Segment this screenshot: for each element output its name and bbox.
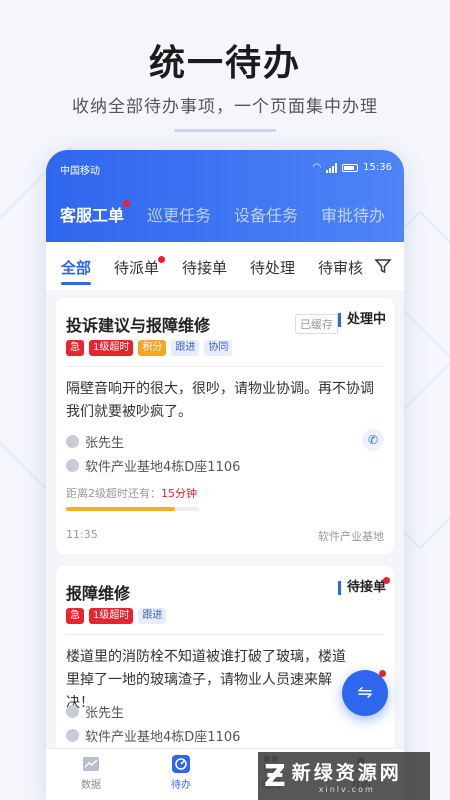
subtab-pending-dispatch[interactable]: 待派单: [114, 256, 166, 278]
location-pin-icon: [66, 459, 79, 472]
overdue-value: 15分钟: [161, 487, 197, 500]
status-filter-tabs: 全部 待派单 待接单 待处理 待审核: [46, 242, 404, 290]
todo-icon: [172, 755, 190, 773]
tab-equipment[interactable]: 设备任务: [234, 202, 298, 226]
hero-underline: [174, 129, 276, 132]
watermark-text: 新绿资源网: [291, 762, 402, 784]
tag-list: 急 1级超时 跟进: [66, 608, 167, 624]
task-card[interactable]: 投诉建议与报障维修 已缓存 处理中 急 1级超时 积分 跟进 协同 隔壁音响开的…: [56, 298, 394, 554]
follow-tag: 跟进: [138, 608, 167, 624]
subtab-pending-review[interactable]: 待审核: [318, 257, 368, 278]
phone-call-icon[interactable]: ✆: [362, 429, 384, 451]
card-title: 投诉建议与报障维修: [66, 316, 211, 335]
person-icon: [66, 435, 79, 448]
watermark-icon: Ƶ: [264, 758, 286, 794]
tag-list: 急 1级超时 积分 跟进 协同: [66, 340, 233, 356]
subtab-label: 待派单: [114, 259, 160, 277]
badge-dot: [379, 670, 386, 677]
app-header: 中国移动 ◠ 15:36 客服工单 巡更任务 设备任务 审批待办: [46, 150, 404, 242]
divider: [66, 634, 384, 635]
contact-row: 张先生: [66, 432, 124, 451]
wifi-icon: ◠: [312, 162, 322, 173]
address-text: 软件产业基地4栋D座1106: [85, 730, 241, 745]
clock: 15:36: [363, 162, 392, 173]
contact-name: 张先生: [85, 706, 125, 721]
nav-data[interactable]: 数据: [61, 755, 121, 791]
tab-patrol[interactable]: 巡更任务: [147, 202, 211, 226]
nav-label: 数据: [81, 780, 101, 791]
watermark-sub: xinlv.com: [318, 785, 375, 794]
urgent-tag: 急: [66, 608, 84, 624]
timeout-tag: 1级超时: [89, 340, 134, 356]
switch-fab-button[interactable]: ⇋: [342, 670, 388, 716]
chart-icon: [83, 757, 99, 771]
carrier-label: 中国移动: [60, 166, 100, 177]
points-tag: 积分: [138, 340, 167, 356]
urgent-tag: 急: [66, 340, 84, 356]
status-badge: 待接单: [337, 577, 390, 595]
watermark-logo: Ƶ 新绿资源网 xinlv.com: [258, 752, 430, 800]
signal-icon: [326, 162, 338, 173]
card-title: 报障维修: [66, 584, 131, 603]
collab-tag: 协同: [204, 340, 233, 356]
location-pin-icon: [66, 729, 79, 742]
badge-dot: [158, 256, 166, 263]
badge-dot: [383, 577, 390, 584]
active-tab-indicator: [61, 282, 91, 285]
hero-subtitle: 收纳全部待办事项，一个页面集中办理: [72, 97, 378, 117]
nav-todo[interactable]: 待办: [151, 755, 211, 791]
subtab-pending-process[interactable]: 待处理: [250, 257, 295, 278]
overdue-label: 距离2级超时还有：: [66, 487, 161, 500]
status-badge: 处理中: [337, 313, 386, 327]
top-tab-bar: 客服工单 巡更任务 设备任务 审批待办: [60, 200, 404, 226]
address-row: 软件产业基地4栋D座1106: [66, 456, 240, 475]
task-time: 11:35: [66, 528, 98, 541]
battery-icon: [342, 163, 359, 172]
tab-customer-service[interactable]: 客服工单: [60, 200, 131, 226]
subtab-all[interactable]: 全部: [61, 257, 91, 278]
hero-title: 统一待办: [148, 43, 301, 84]
timeout-tag: 1级超时: [89, 608, 134, 624]
cached-badge: 已缓存: [295, 314, 338, 334]
subtab-pending-accept[interactable]: 待接单: [182, 257, 227, 278]
filter-icon[interactable]: [374, 257, 392, 275]
timeout-progress-bar: [66, 507, 199, 511]
status-label: 待接单: [346, 580, 386, 595]
phone-mockup: 中国移动 ◠ 15:36 客服工单 巡更任务 设备任务 审批待办 全部 待派单 …: [46, 150, 404, 800]
watermark-text-block: 新绿资源网 xinlv.com: [292, 758, 402, 794]
overdue-countdown: 距离2级超时还有：15分钟: [66, 485, 197, 501]
tab-approval[interactable]: 审批待办: [321, 202, 385, 226]
status-bar: 中国移动 ◠ 15:36: [60, 162, 392, 178]
nav-label: 待办: [171, 780, 191, 791]
contact-row: 张先生: [66, 702, 124, 721]
address-row: 软件产业基地4栋D座1106: [66, 726, 240, 745]
contact-name: 张先生: [85, 436, 125, 451]
task-description: 隔壁音响开的很大，很吵，请物业协调。再不协调我们就要被吵疯了。: [66, 381, 374, 420]
tab-label: 客服工单: [60, 206, 125, 225]
progress-fill: [66, 507, 176, 511]
address-text: 软件产业基地4栋D座1106: [85, 460, 241, 475]
task-location: 软件产业基地: [318, 530, 384, 543]
swap-arrows-icon: ⇋: [357, 682, 373, 703]
follow-tag: 跟进: [171, 340, 200, 356]
badge-dot: [123, 200, 131, 207]
divider: [66, 366, 384, 367]
person-icon: [66, 705, 79, 718]
hero-banner: 统一待办 收纳全部待办事项，一个页面集中办理: [0, 0, 450, 150]
